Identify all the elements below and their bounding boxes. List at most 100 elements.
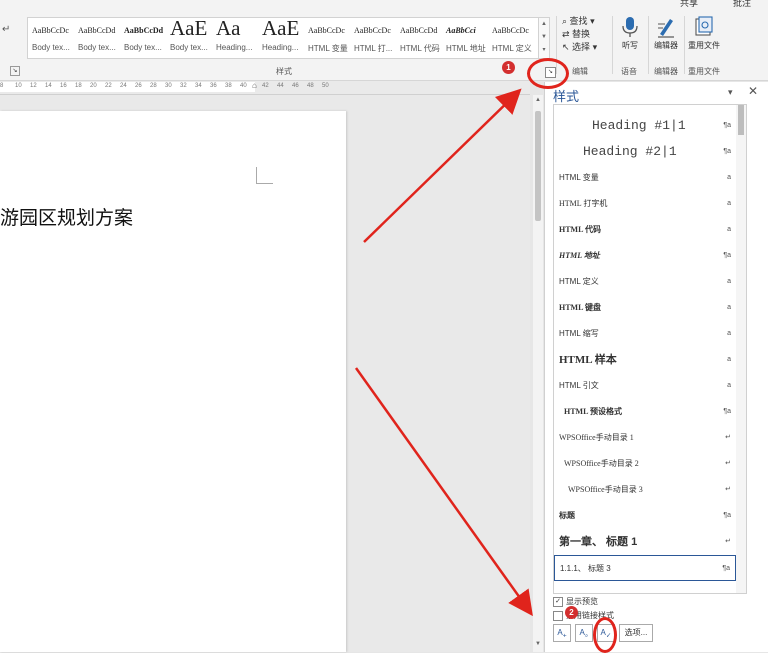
style-tile[interactable]: AaBbCcDc Body tex... bbox=[28, 18, 74, 56]
ruler-tick: 16 bbox=[60, 83, 67, 89]
chevron-down-icon: ▾ bbox=[590, 42, 598, 52]
chevron-up-icon[interactable]: ▲ bbox=[533, 97, 543, 103]
list-item[interactable]: 第一章、 标题 1 ↵ bbox=[554, 529, 736, 555]
style-tile[interactable]: AaBbCcDc HTML 变量 bbox=[304, 18, 350, 56]
chevron-down-icon[interactable]: ▼ bbox=[539, 31, 549, 44]
ruler-tick: 22 bbox=[105, 83, 112, 89]
checkbox-checked-icon[interactable]: ✓ bbox=[553, 596, 563, 607]
ruler-tick: 50 bbox=[322, 83, 329, 89]
new-style-button[interactable]: A+ bbox=[553, 624, 571, 642]
ruler-tick: 10 bbox=[15, 83, 22, 89]
reuse-files-button[interactable]: 重用文件 bbox=[688, 16, 720, 51]
list-item[interactable]: Heading #2|1 ¶a bbox=[554, 139, 736, 165]
list-item[interactable]: HTML 变量 a bbox=[554, 165, 736, 191]
list-item[interactable]: 标题 ¶a bbox=[554, 503, 736, 529]
style-type-icon: a bbox=[727, 330, 731, 337]
style-tile[interactable]: AaBbCcDd Body tex... bbox=[74, 18, 120, 56]
editor-button[interactable]: 编辑器 bbox=[650, 16, 682, 51]
style-item-label: WPSOffice手动目录 3 bbox=[568, 485, 643, 494]
dictate-button[interactable]: 听写 bbox=[614, 16, 646, 51]
find-button[interactable]: ⌕ 查找 ▾ bbox=[562, 14, 597, 27]
gallery-scrollbar[interactable]: ▲ ▼ ▾ bbox=[538, 17, 550, 59]
list-item[interactable]: HTML 代码 a bbox=[554, 217, 736, 243]
style-tile[interactable]: AaE Body tex... bbox=[166, 18, 212, 56]
document-scrollbar[interactable]: ▲ ▼ bbox=[533, 95, 543, 652]
document-page[interactable]: 游园区规划方案 bbox=[0, 111, 346, 652]
list-item[interactable]: 1.1.1、 标题 3 ¶a bbox=[554, 555, 736, 581]
paragraph-dialog-launcher-icon[interactable]: ↘ bbox=[10, 66, 20, 76]
reuse-files-icon bbox=[695, 16, 713, 36]
style-tile-name: Body tex... bbox=[170, 43, 208, 52]
list-item[interactable]: HTML 预设格式 ¶a bbox=[554, 399, 736, 425]
dictate-label: 听写 bbox=[622, 41, 638, 50]
style-tile-name: HTML 地址 bbox=[446, 44, 486, 53]
style-list-scrollbar[interactable] bbox=[736, 104, 747, 594]
chevron-down-icon[interactable]: ▾ bbox=[728, 87, 733, 98]
style-tile-name: Body tex... bbox=[124, 43, 162, 52]
list-item[interactable]: HTML 打字机 a bbox=[554, 191, 736, 217]
annotation-badge: 2 bbox=[565, 606, 578, 619]
style-tile[interactable]: AaBbCcDc HTML 定义 bbox=[488, 18, 534, 56]
close-icon[interactable]: ✕ bbox=[748, 84, 758, 98]
scrollbar-thumb[interactable] bbox=[738, 105, 744, 135]
style-tile[interactable]: AaE Heading... bbox=[258, 18, 304, 56]
ruler-tick: 18 bbox=[75, 83, 82, 89]
show-preview-option[interactable]: ✓ 显示预览 bbox=[553, 596, 598, 607]
chevron-down-icon[interactable]: ▼ bbox=[533, 641, 543, 647]
scrollbar-thumb[interactable] bbox=[535, 111, 541, 221]
editing-group-label: 编辑 bbox=[572, 67, 588, 76]
list-item[interactable]: HTML 定义 a bbox=[554, 269, 736, 295]
style-tile-name: HTML 打... bbox=[354, 44, 393, 53]
style-tile-preview: AaBbCcDc bbox=[492, 26, 529, 35]
style-item-label: 标题 bbox=[559, 511, 575, 520]
style-tile-name: HTML 代码 bbox=[400, 44, 440, 53]
ruler-tick: 32 bbox=[180, 83, 187, 89]
comments-button[interactable]: 批注 bbox=[733, 0, 751, 9]
style-tile[interactable]: AaBbCcDc HTML 打... bbox=[350, 18, 396, 56]
style-type-icon: ↵ bbox=[725, 538, 731, 545]
document-canvas: 游园区规划方案 bbox=[0, 95, 530, 652]
ruler-tick: 8 bbox=[0, 83, 4, 89]
select-button[interactable]: ↖ 选择 ▾ bbox=[562, 40, 597, 53]
ruler-tick: 20 bbox=[90, 83, 97, 89]
search-icon: ⌕ bbox=[562, 16, 570, 26]
annotation-circle bbox=[527, 58, 569, 89]
chevron-up-icon[interactable]: ▲ bbox=[539, 18, 549, 31]
replace-button[interactable]: ⇄ 替换 bbox=[562, 27, 597, 40]
style-tile[interactable]: Aa Heading... bbox=[212, 18, 258, 56]
styles-gallery: AaBbCcDc Body tex... AaBbCcDd Body tex..… bbox=[27, 17, 539, 59]
style-type-icon: a bbox=[727, 278, 731, 285]
list-item[interactable]: Heading #1|1 ¶a bbox=[554, 113, 736, 139]
list-item[interactable]: HTML 缩写 a bbox=[554, 321, 736, 347]
editing-group: ⌕ 查找 ▾ ⇄ 替换 ↖ 选择 ▾ bbox=[562, 14, 597, 53]
options-button[interactable]: 选项... bbox=[619, 624, 653, 642]
style-type-icon: a bbox=[727, 304, 731, 311]
document-heading-text[interactable]: 游园区规划方案 bbox=[0, 203, 133, 230]
list-item[interactable]: HTML 引文 a bbox=[554, 373, 736, 399]
style-tile[interactable]: AaBbCcDd HTML 代码 bbox=[396, 18, 442, 56]
list-item[interactable]: WPSOffice手动目录 3 ↵ bbox=[554, 477, 736, 503]
style-tile-preview: AaE bbox=[170, 18, 208, 40]
share-button[interactable]: 共享 bbox=[680, 0, 698, 9]
format-painter-icon[interactable]: ↵ bbox=[2, 24, 16, 38]
style-item-label: WPSOffice手动目录 1 bbox=[559, 433, 634, 442]
list-item[interactable]: WPSOffice手动目录 1 ↵ bbox=[554, 425, 736, 451]
list-item[interactable]: HTML 键盘 a bbox=[554, 295, 736, 321]
right-indent-marker-icon[interactable]: ⌂ bbox=[252, 81, 257, 90]
ribbon: 共享 批注 ↵ ↘ AaBbCcDc Body tex... AaBbCcDd … bbox=[0, 0, 768, 81]
style-tile[interactable]: AaBbCcDd Body tex... bbox=[120, 18, 166, 56]
style-tile[interactable]: AaBbCci HTML 地址 bbox=[442, 18, 488, 56]
style-item-label: HTML 缩写 bbox=[559, 329, 599, 338]
gallery-expand-icon[interactable]: ▾ bbox=[539, 44, 549, 57]
style-inspector-button[interactable]: A⌕ bbox=[575, 624, 593, 642]
checkbox-unchecked-icon[interactable] bbox=[553, 610, 563, 621]
style-type-icon: a bbox=[727, 226, 731, 233]
style-tile-preview: AaBbCci bbox=[446, 26, 476, 35]
list-item[interactable]: HTML 地址 ¶a bbox=[554, 243, 736, 269]
style-tile-preview: AaBbCcDd bbox=[400, 26, 438, 35]
list-item[interactable]: HTML 样本 a bbox=[554, 347, 736, 373]
style-type-icon: ¶a bbox=[723, 148, 731, 155]
list-item[interactable]: WPSOffice手动目录 2 ↵ bbox=[554, 451, 736, 477]
horizontal-ruler[interactable]: 8 10 12 14 16 18 20 22 24 26 28 30 32 34… bbox=[0, 81, 530, 95]
ruler-tick: 40 bbox=[240, 83, 247, 89]
